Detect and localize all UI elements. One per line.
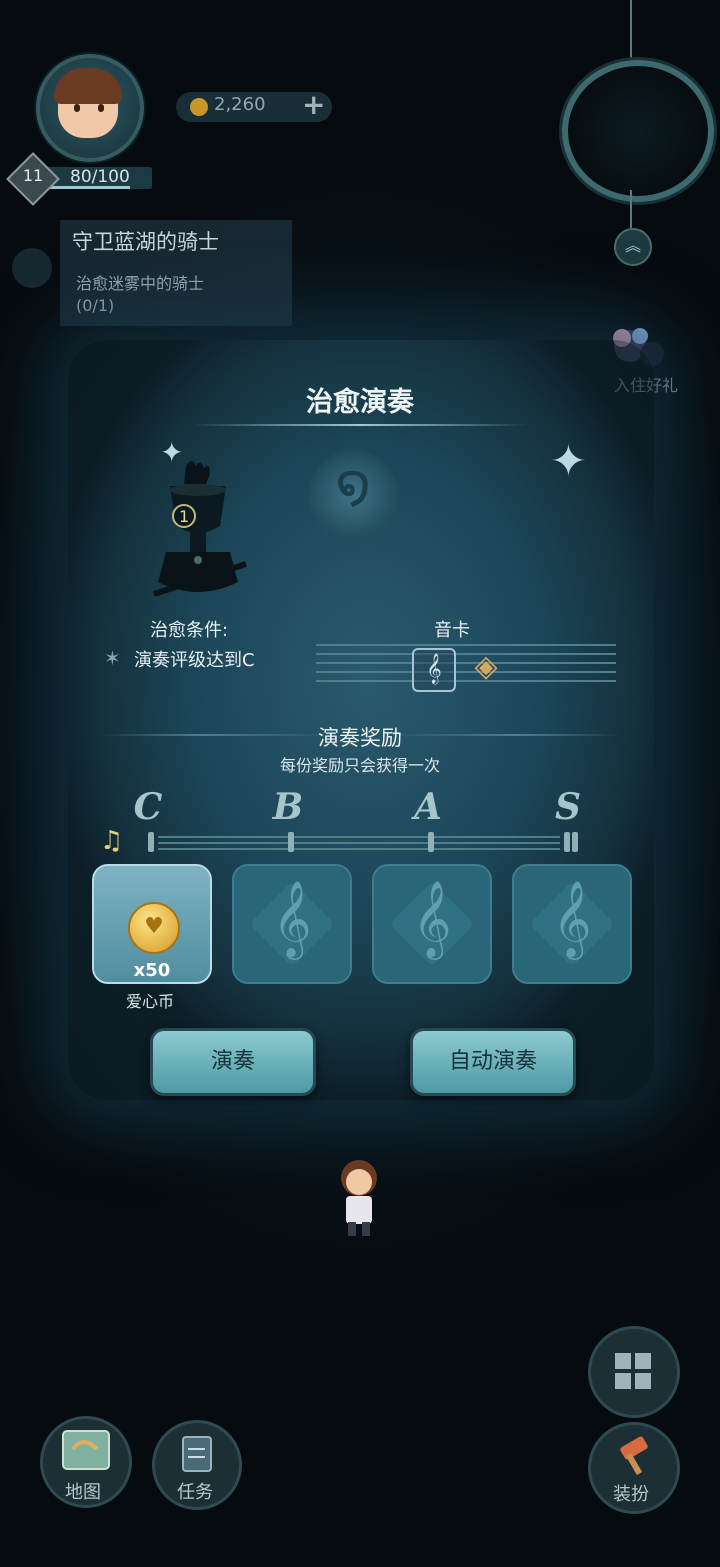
minimap[interactable] <box>562 60 714 202</box>
quest-panel-toggle[interactable] <box>12 248 52 288</box>
avatar-hair <box>54 68 122 104</box>
player-character <box>334 1156 384 1242</box>
treble-clef-icon: 𝄞 <box>272 880 312 957</box>
tasks-label: 任务 <box>177 1482 213 1503</box>
grade-s: S <box>555 786 581 828</box>
collection-button[interactable] <box>588 1326 680 1418</box>
condition-label: 治愈条件: <box>150 620 229 641</box>
grade-a: A <box>414 786 442 828</box>
reward-subtitle: 每份奖励只会获得一次 <box>279 756 440 775</box>
grade-tick <box>428 832 434 852</box>
play-button[interactable]: 演奏 <box>150 1028 316 1096</box>
auto-play-button[interactable]: 自动演奏 <box>410 1028 576 1096</box>
star-icon: ✶ <box>104 646 121 670</box>
expand-up-icon[interactable]: ︽ <box>614 228 652 266</box>
avatar-eye <box>74 104 80 112</box>
sparkle-icon: ✦ <box>550 436 587 487</box>
condition-value: 演奏评级达到C <box>134 650 255 671</box>
quest-progress: (0/1) <box>76 296 115 315</box>
title-divider <box>190 424 530 426</box>
treble-clef-icon: 𝄞 <box>412 880 452 957</box>
reward-slot-c[interactable]: ♥ x50 <box>92 864 212 984</box>
avatar-eye <box>98 104 104 112</box>
music-card-clef-icon[interactable]: 𝄞 <box>412 648 456 692</box>
music-note-icon: ♫ <box>100 826 124 856</box>
reward-title: 演奏奖励 <box>318 726 402 750</box>
minimap-chain <box>630 190 632 228</box>
reward-name: 爱心币 <box>125 992 174 1011</box>
track-line <box>158 842 560 844</box>
reward-slot-s[interactable]: 𝄞 <box>512 864 632 984</box>
grade-tick <box>288 832 294 852</box>
track-line <box>158 848 560 850</box>
coin-icon <box>190 98 208 116</box>
level-number: 11 <box>22 166 44 185</box>
reward-slot-b[interactable]: 𝄞 <box>232 864 352 984</box>
svg-text:1: 1 <box>179 507 189 526</box>
swirl-icon: ໑ <box>335 452 371 517</box>
reward-slot-a[interactable]: 𝄞 <box>372 864 492 984</box>
heart-coin-icon: ♥ <box>128 902 180 954</box>
music-card-diamond-icon[interactable]: ◈ <box>466 648 506 688</box>
quest-subtitle: 治愈迷雾中的骑士 <box>76 274 205 293</box>
reward-quantity: x50 <box>133 960 171 981</box>
music-card-label: 音卡 <box>434 620 470 641</box>
grade-c: C <box>133 786 163 828</box>
player-avatar[interactable] <box>36 54 144 162</box>
track-line <box>158 836 560 838</box>
map-label: 地图 <box>65 1482 101 1503</box>
grade-tick <box>572 832 578 852</box>
grade-b: B <box>272 786 304 828</box>
grade-tick <box>148 832 154 852</box>
xp-text: 80/100 <box>70 167 130 187</box>
knight-monster-silhouette: 1 <box>146 456 250 606</box>
modal-title: 治愈演奏 <box>306 387 414 418</box>
coin-amount: 2,260 <box>214 94 266 115</box>
grade-tick <box>564 832 570 852</box>
treble-clef-icon: 𝄞 <box>552 880 592 957</box>
add-coins-button[interactable]: + <box>302 88 325 121</box>
quest-title: 守卫蓝湖的骑士 <box>72 230 219 254</box>
grade-track <box>100 832 580 856</box>
minimap-chain <box>630 0 632 60</box>
dress-up-label: 装扮 <box>613 1484 649 1505</box>
